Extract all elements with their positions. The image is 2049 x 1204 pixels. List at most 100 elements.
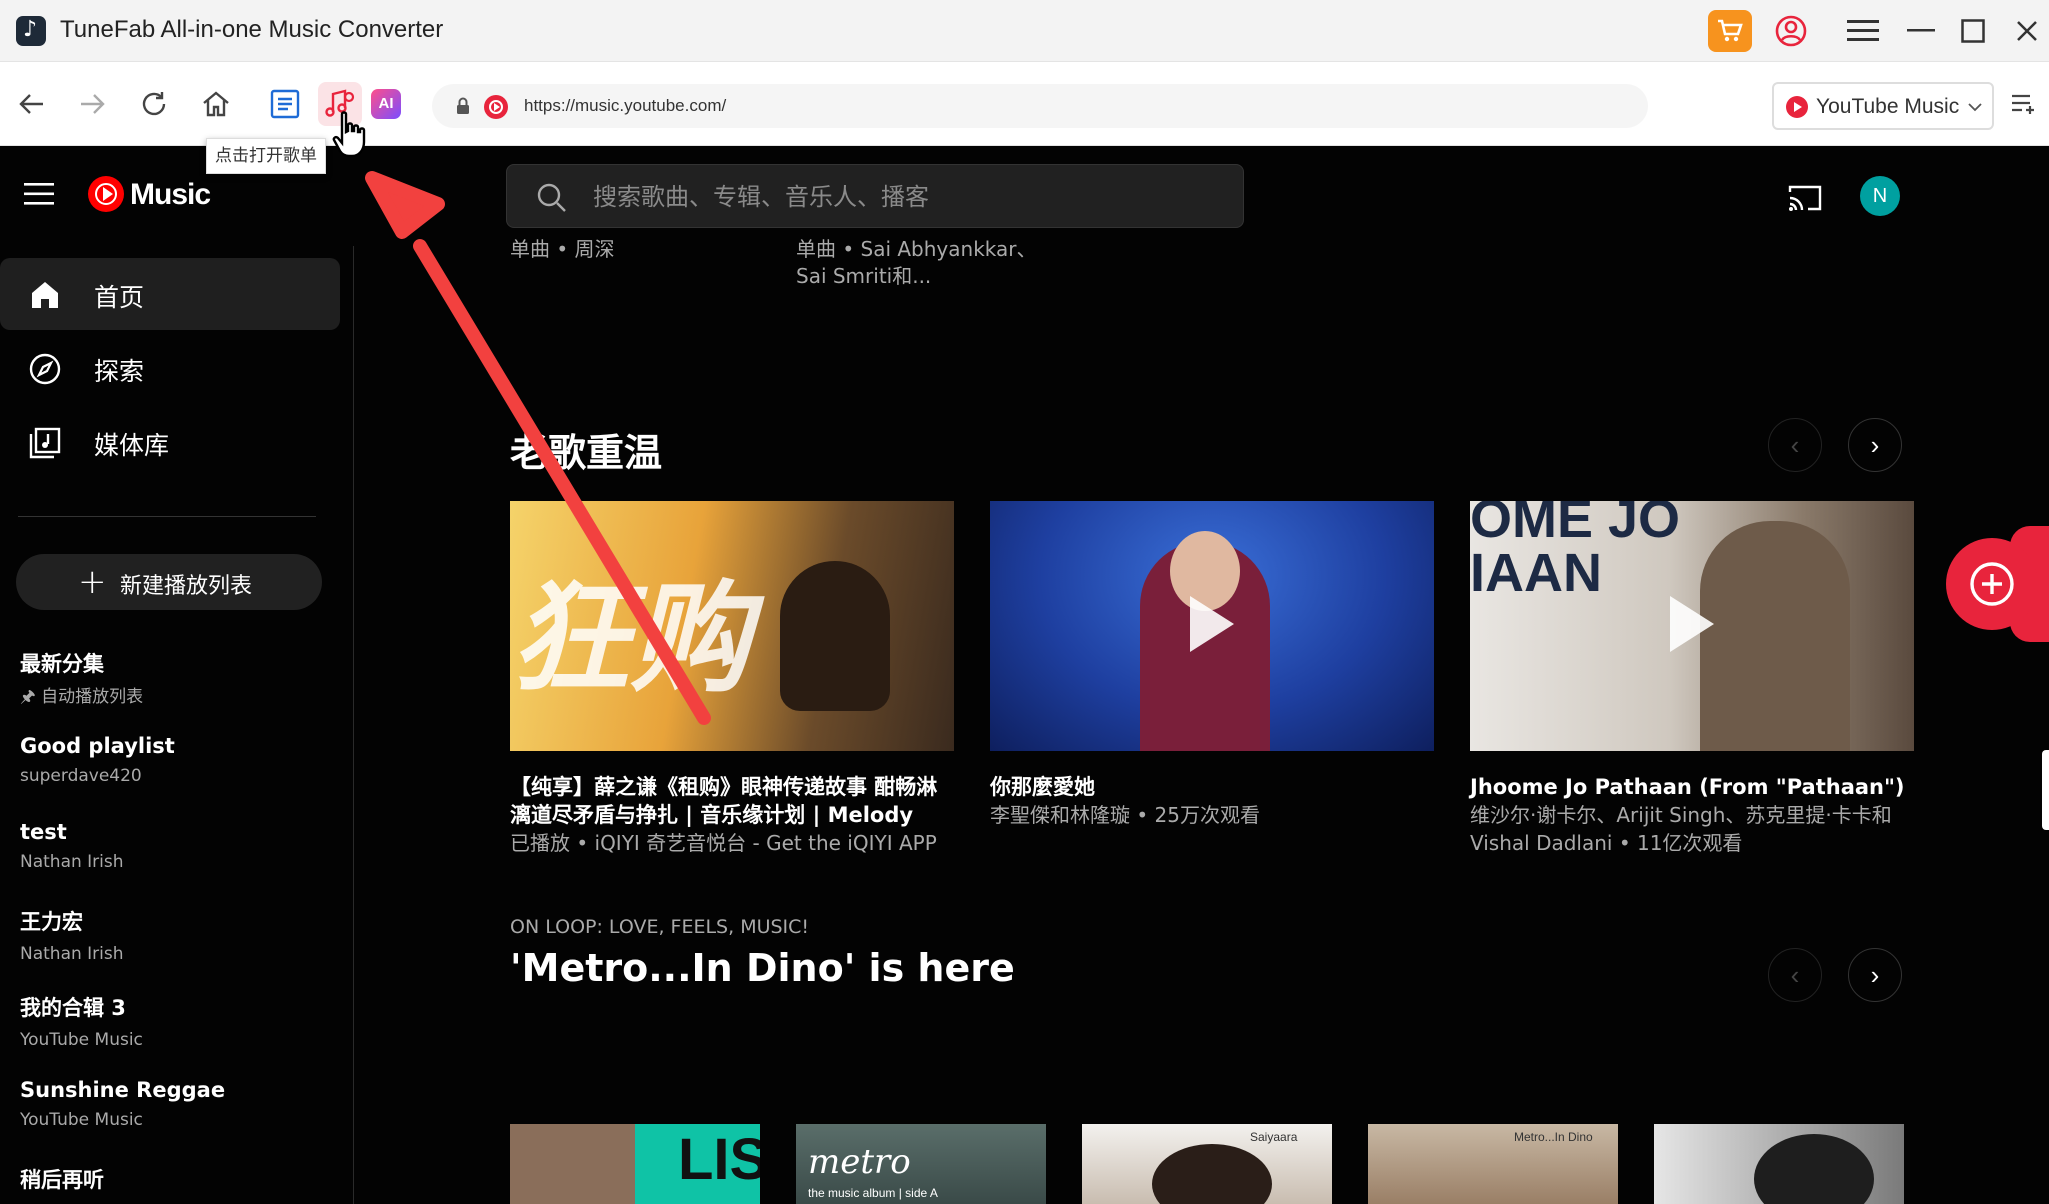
video-thumbnail[interactable]: 狂购 <box>510 501 954 751</box>
carousel-prev-icon[interactable]: ‹ <box>1768 948 1822 1002</box>
video-thumbnail[interactable]: OME JO IAAN <box>1470 501 1914 751</box>
album-thumbnail[interactable]: Saiyaara <box>1082 1124 1332 1204</box>
video-subtitle: Vishal Dadlani • 11亿次观看 <box>1470 831 1743 855</box>
app-logo-icon <box>16 16 46 46</box>
pin-icon: 🖈 <box>20 687 36 707</box>
album-thumbnail[interactable]: LIST <box>510 1124 760 1204</box>
youtube-music-logo-icon[interactable] <box>88 176 124 212</box>
playlist-subtitle: YouTube Music <box>20 1110 143 1130</box>
playlist-item[interactable]: 最新分集 🖈 自动播放列表 <box>20 648 340 713</box>
playlist-subtitle: Nathan Irish <box>20 852 124 872</box>
playlist-item[interactable]: Good playlist superdave420 <box>20 734 340 786</box>
sidebar-item-library[interactable]: 媒体库 <box>0 406 340 478</box>
maximize-icon[interactable] <box>1952 10 1994 52</box>
video-thumbnail[interactable] <box>990 501 1434 751</box>
playlist-subtitle: 自动播放列表 <box>41 687 144 707</box>
album-figure <box>1152 1144 1272 1204</box>
playlist-subtitle: Nathan Irish <box>20 944 124 964</box>
playlist-item[interactable]: 稍后再听 <box>20 1164 340 1194</box>
minimize-icon[interactable] <box>1900 10 1942 52</box>
thumbnail-text: 狂购 <box>510 568 750 709</box>
playlist-item[interactable]: 王力宏 Nathan Irish <box>20 906 340 964</box>
video-card[interactable]: 你那麼愛她 李聖傑和林隆璇 • 25万次观看 <box>990 501 1434 829</box>
playlist-title: Good playlist <box>20 734 175 758</box>
carousel-prev-icon[interactable]: ‹ <box>1768 418 1822 472</box>
refresh-icon[interactable] <box>132 82 176 126</box>
new-playlist-label: 新建播放列表 <box>120 574 253 599</box>
forward-icon[interactable] <box>70 82 114 126</box>
sidebar-item-label: 首页 <box>94 283 145 312</box>
browser-toolbar: AI https://music.youtube.com/ YouTube Mu… <box>0 62 2049 158</box>
side-handle[interactable] <box>2042 750 2049 830</box>
new-playlist-button[interactable]: + 新建播放列表 <box>16 554 322 610</box>
album-figure <box>1754 1134 1874 1204</box>
play-icon <box>1190 596 1234 652</box>
video-card[interactable]: OME JO IAAN Jhoome Jo Pathaan (From "Pat… <box>1470 501 1914 857</box>
cast-icon[interactable] <box>1788 184 1822 217</box>
chevron-down-icon <box>1968 103 1982 112</box>
video-title-line: 漓道尽矛盾与挣扎 | 音乐缘计划 | Melody <box>510 803 914 827</box>
playlist-item[interactable]: Sunshine Reggae YouTube Music <box>20 1078 340 1130</box>
close-icon[interactable] <box>2006 10 2048 52</box>
video-title: 你那麼愛她 <box>990 775 1095 799</box>
video-card[interactable]: 狂购 【纯享】薛之谦《租购》眼神传递故事 酣畅淋 漓道尽矛盾与挣扎 | 音乐缘计… <box>510 501 954 857</box>
thumbnail-figure <box>1700 521 1850 751</box>
sidebar-item-home[interactable]: 首页 <box>0 258 340 330</box>
album-text: metro <box>808 1142 911 1182</box>
avatar[interactable]: N <box>1860 176 1900 216</box>
album-text: the music album | side A <box>808 1186 938 1200</box>
add-to-convert-button[interactable] <box>1946 538 2038 630</box>
playlist-item[interactable]: test Nathan Irish <box>20 820 340 872</box>
ai-icon[interactable]: AI <box>364 82 408 126</box>
sidebar-item-label: 探索 <box>94 357 145 386</box>
album-text: Metro...In Dino <box>1514 1130 1593 1144</box>
thumbnail-figure <box>780 561 890 711</box>
top-item-subtitle: 单曲 • Sai Abhyankkar、 <box>796 237 1037 261</box>
playlist-subtitle: YouTube Music <box>20 1030 143 1050</box>
play-icon <box>1670 596 1714 652</box>
video-subtitle: 维沙尔·谢卡尔、Arijit Singh、苏克里提·卡卡和 <box>1470 803 1892 827</box>
ai-label: AI <box>371 89 401 119</box>
account-icon[interactable] <box>1770 10 1812 52</box>
source-selected: YouTube Music <box>1816 95 1960 118</box>
thumbnail-text: IAAN <box>1470 543 1602 603</box>
video-title: Jhoome Jo Pathaan (From "Pathaan") <box>1470 775 1905 799</box>
playlist-title: 我的合辑 3 <box>20 996 126 1020</box>
playlist-queue-icon[interactable] <box>2002 82 2046 126</box>
hand-cursor-icon <box>330 110 370 167</box>
video-subtitle: 已播放 • iQIYI 奇艺音悦台 - Get the iQIYI APP <box>510 831 937 855</box>
compass-icon <box>29 353 61 385</box>
search-input[interactable] <box>593 179 1213 215</box>
youtube-music-app: Music N 首页 探索 媒体库 + 新建播放列表 最新分集 <box>0 146 2049 1204</box>
carousel-next-icon[interactable]: › <box>1848 418 1902 472</box>
top-item-subtitle: 单曲 • 周深 <box>510 237 615 261</box>
logo-text: Music <box>130 178 211 211</box>
top-item-subtitle: Sai Smriti和... <box>796 264 932 288</box>
hamburger-icon[interactable] <box>24 182 54 211</box>
search-icon <box>537 183 566 212</box>
home-icon[interactable] <box>194 82 238 126</box>
section-title: 'Metro...In Dino' is here <box>510 946 1015 990</box>
carousel-next-icon[interactable]: › <box>1848 948 1902 1002</box>
tooltip: 点击打开歌单 <box>206 138 326 174</box>
document-list-icon[interactable] <box>263 82 307 126</box>
back-icon[interactable] <box>10 82 54 126</box>
main-content: 单曲 • 周深 单曲 • Sai Abhyankkar、 Sai Smriti和… <box>354 237 2049 1204</box>
album-thumbnail[interactable] <box>1654 1124 1904 1204</box>
menu-icon[interactable] <box>1842 10 1884 52</box>
playlist-title: test <box>20 820 67 844</box>
album-thumbnail[interactable]: Metro...In Dino <box>1368 1124 1618 1204</box>
album-thumbnail[interactable]: metro the music album | side A <box>796 1124 1046 1204</box>
music-source-select[interactable]: YouTube Music <box>1772 82 1994 130</box>
playlist-title: 稍后再听 <box>20 1168 104 1192</box>
cart-icon[interactable] <box>1708 10 1752 52</box>
video-title-line: 【纯享】薛之谦《租购》眼神传递故事 酣畅淋 <box>510 775 938 799</box>
sidebar-item-explore[interactable]: 探索 <box>0 332 340 404</box>
sidebar: 首页 探索 媒体库 + 新建播放列表 最新分集 🖈 自动播放列表 Good pl… <box>0 246 354 1204</box>
search-box[interactable] <box>506 164 1244 228</box>
plus-icon: + <box>78 562 107 602</box>
address-bar[interactable]: https://music.youtube.com/ <box>432 84 1648 128</box>
playlist-item[interactable]: 我的合辑 3 YouTube Music <box>20 992 340 1050</box>
album-text: Saiyaara <box>1250 1130 1298 1144</box>
playlist-title: 最新分集 <box>20 652 104 676</box>
